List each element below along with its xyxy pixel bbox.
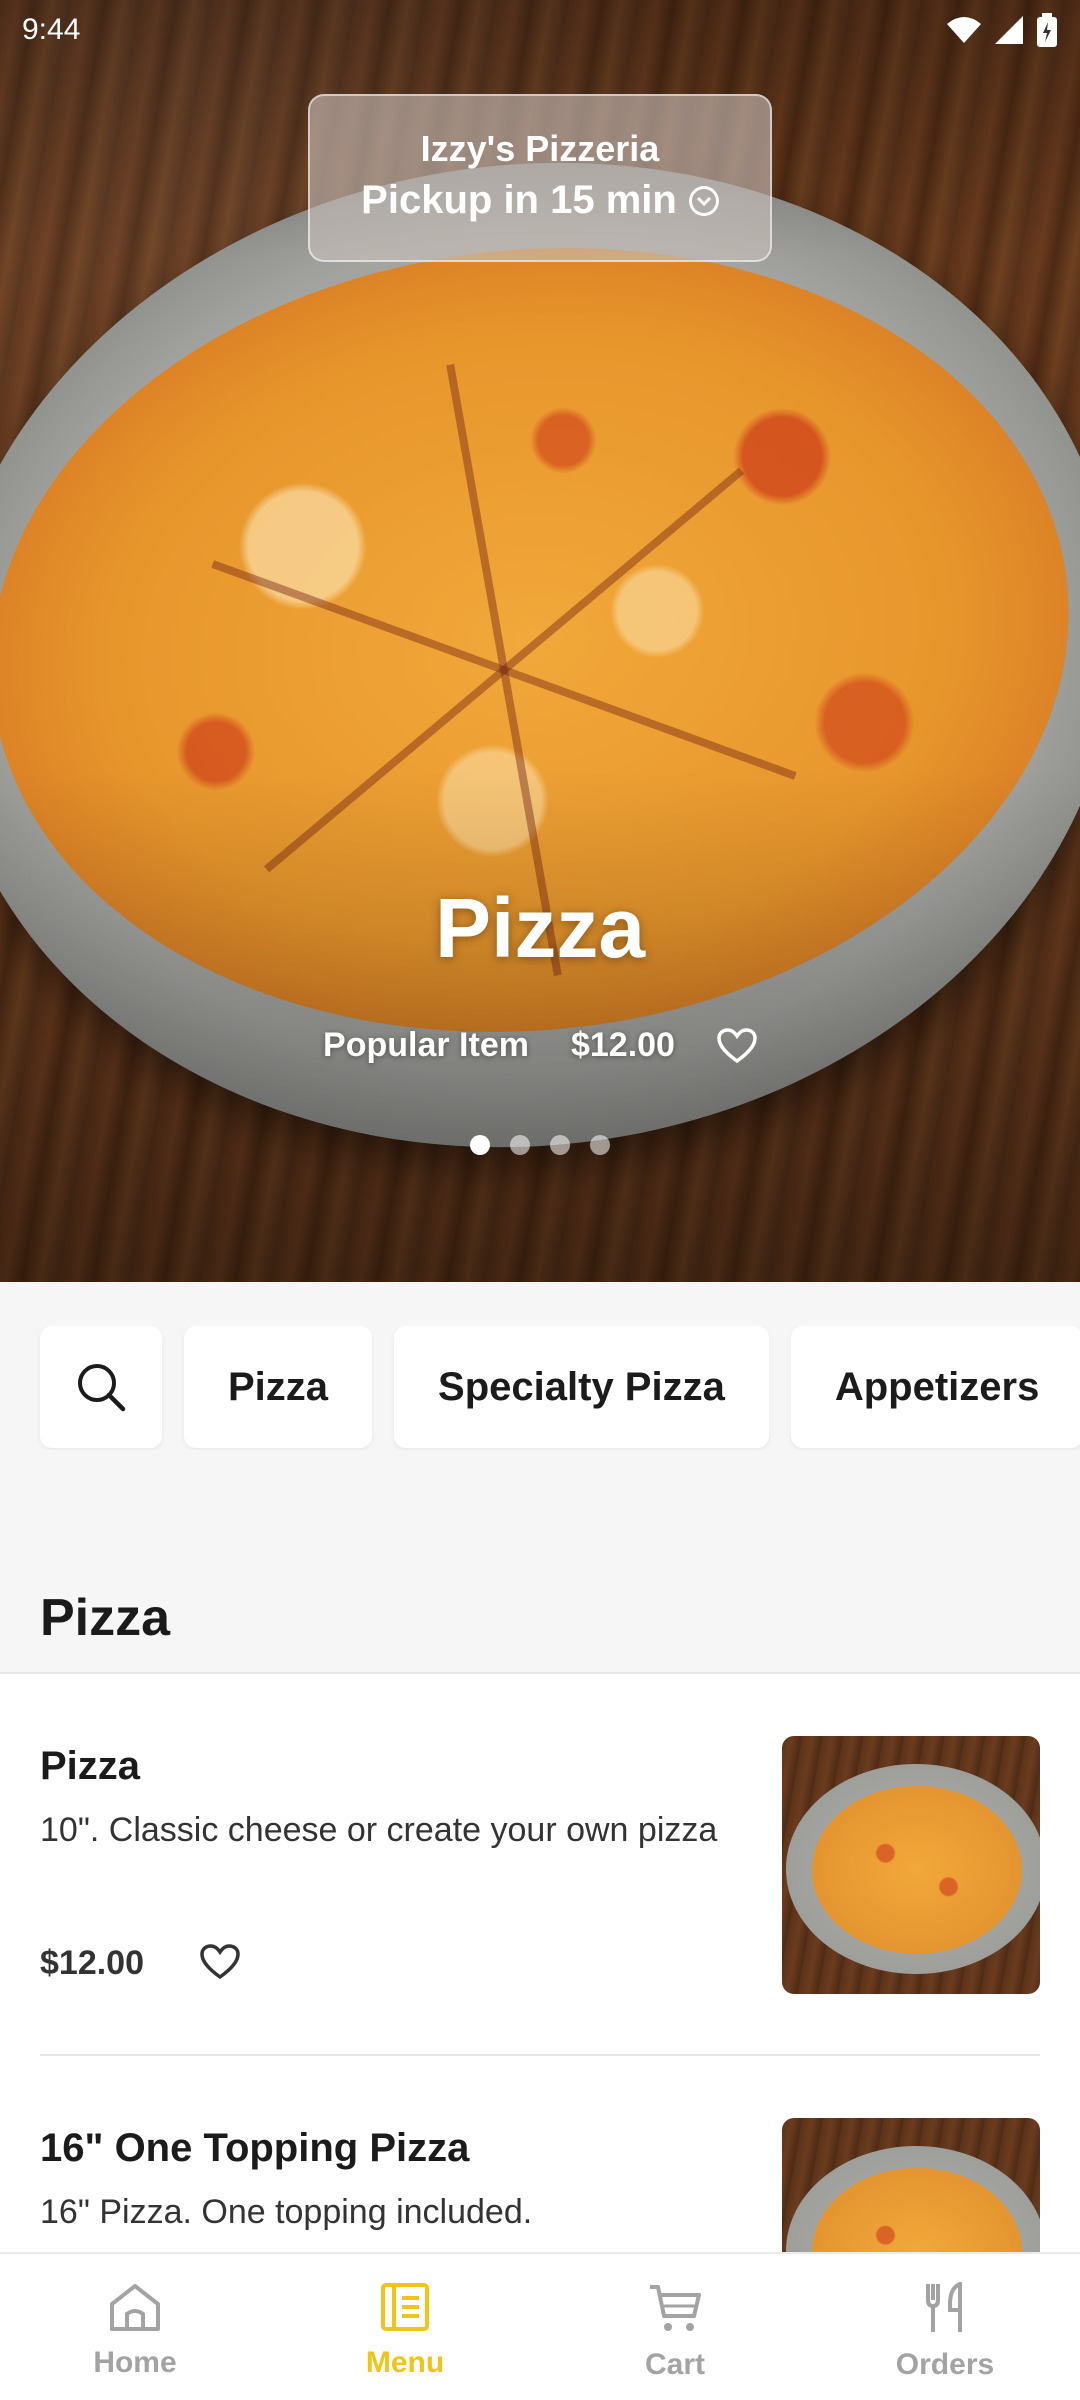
carousel-dot[interactable] [510, 1135, 530, 1155]
category-bar: Pizza Specialty Pizza Appetizers [0, 1326, 1080, 1450]
carousel-dot[interactable] [550, 1135, 570, 1155]
pickup-time: Pickup in 15 min [310, 178, 770, 223]
item-description: 10". Classic cheese or create your own p… [40, 1811, 718, 1849]
nav-menu-label: Menu [365, 2346, 445, 2379]
item-name: Pizza [40, 1744, 141, 1788]
bottom-nav: Home Menu Cart Orders [0, 2252, 1080, 2400]
hero-meta: Popular Item $12.00 [0, 1026, 1080, 1065]
item-image [782, 2118, 1040, 2254]
item-image [782, 1736, 1040, 1994]
carousel-dot[interactable] [590, 1135, 610, 1155]
item-description: 16" Pizza. One topping included. [40, 2193, 533, 2231]
nav-orders[interactable]: Orders [810, 2254, 1080, 2400]
item-name: 16" One Topping Pizza [40, 2126, 470, 2170]
search-button[interactable] [40, 1326, 162, 1448]
signal-icon [995, 16, 1023, 44]
nav-menu[interactable]: Menu [270, 2254, 540, 2400]
pickup-label: Pickup in 15 min [361, 178, 677, 222]
store-name: Izzy's Pizzeria [420, 128, 660, 169]
status-time: 9:44 [22, 13, 81, 46]
hero-price: $12.00 [570, 1026, 675, 1064]
category-chip-appetizers[interactable]: Appetizers [790, 1326, 1080, 1448]
nav-home-label: Home [93, 2346, 177, 2379]
section-title: Pizza [40, 1589, 171, 1647]
status-bar: 9:44 [0, 0, 1080, 60]
search-icon [78, 1364, 126, 1412]
carousel-indicator [0, 1135, 1080, 1155]
nav-home[interactable]: Home [0, 2254, 270, 2400]
hero-title: Pizza [434, 881, 646, 975]
list-item[interactable]: Pizza 10". Classic cheese or create your… [0, 1674, 1080, 2056]
home-icon [110, 2284, 160, 2331]
heart-icon[interactable] [200, 1944, 240, 1980]
cart-icon [650, 2285, 701, 2331]
heart-icon[interactable] [717, 1027, 757, 1064]
menu-icon [381, 2283, 429, 2331]
item-price: $12.00 [40, 1944, 144, 1982]
popular-item-label: Popular Item [323, 1026, 529, 1064]
store-selector[interactable]: Izzy's Pizzeria Pickup in 15 min [308, 94, 772, 262]
list-item[interactable]: 16" One Topping Pizza 16" Pizza. One top… [0, 2056, 1080, 2254]
carousel-dot[interactable] [470, 1135, 490, 1155]
battery-icon [1037, 13, 1057, 47]
nav-cart[interactable]: Cart [540, 2254, 810, 2400]
pizza-graphic [812, 1786, 1022, 1954]
nav-orders-label: Orders [895, 2348, 995, 2381]
category-chip-pizza[interactable]: Pizza [184, 1326, 373, 1448]
chevron-down-icon [688, 185, 719, 216]
category-chip-specialty-pizza[interactable]: Specialty Pizza [394, 1326, 769, 1448]
nav-cart-label: Cart [644, 2348, 705, 2381]
menu-list: Pizza 10". Classic cheese or create your… [0, 1674, 1080, 2254]
wifi-icon [947, 17, 981, 43]
orders-icon [926, 2282, 962, 2332]
status-icons [946, 13, 1058, 47]
